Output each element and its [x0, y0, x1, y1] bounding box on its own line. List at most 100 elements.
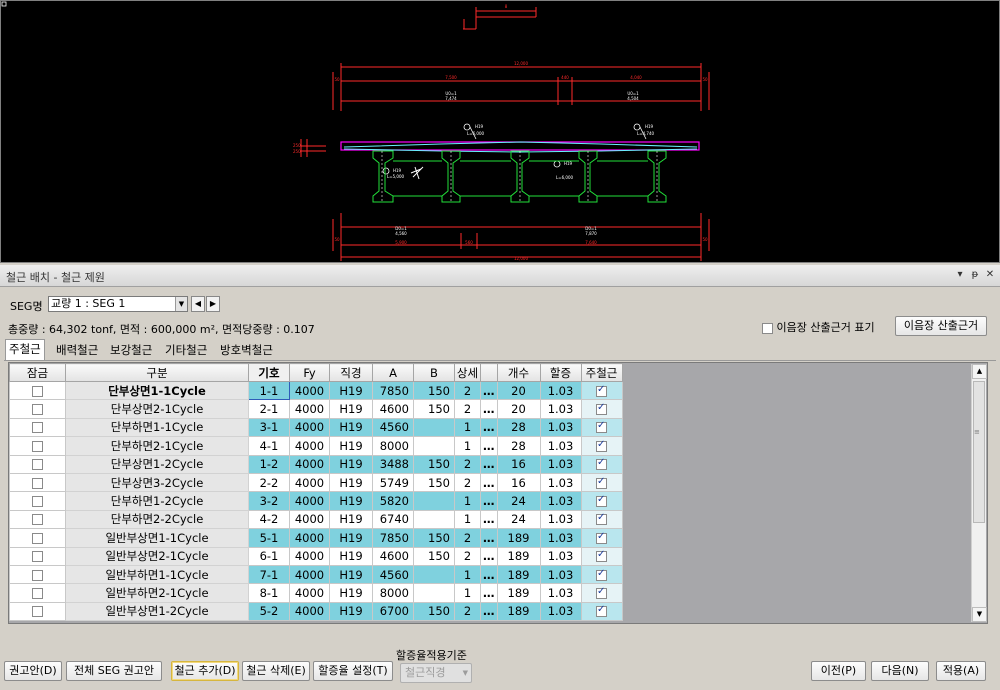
- count-cell[interactable]: 28: [496, 436, 541, 456]
- detail-cell[interactable]: 1: [454, 491, 481, 511]
- main-rebar-cell[interactable]: [580, 436, 623, 456]
- category-cell[interactable]: 일반부상면1-1Cycle: [65, 528, 249, 548]
- next-seg-button[interactable]: ▶: [206, 296, 220, 312]
- lock-cell[interactable]: [9, 491, 66, 511]
- add-rebar-button[interactable]: 철근 추가(D): [171, 661, 239, 681]
- detail-cell[interactable]: 2: [454, 546, 481, 566]
- scroll-down-icon[interactable]: ▼: [972, 607, 987, 622]
- fy-cell[interactable]: 4000: [289, 436, 330, 456]
- scroll-thumb[interactable]: [973, 381, 985, 523]
- count-cell[interactable]: 189: [496, 546, 541, 566]
- pin-icon[interactable]: ᵽ: [968, 268, 982, 282]
- table-row[interactable]: 단부하면1-2Cycle 3-2 4000 H19 5820 1… 24 1.03: [9, 491, 623, 511]
- chevron-down-icon[interactable]: ▼: [175, 297, 187, 311]
- main-rebar-cell[interactable]: [580, 454, 623, 474]
- main-rebar-checkbox[interactable]: [596, 402, 607, 416]
- lock-checkbox[interactable]: [32, 385, 43, 397]
- code-cell[interactable]: 5-2: [248, 601, 290, 622]
- category-cell[interactable]: 단부하면1-1Cycle: [65, 417, 249, 438]
- b-cell[interactable]: [413, 583, 455, 603]
- category-cell[interactable]: 단부상면1-1Cycle: [65, 380, 249, 401]
- table-row[interactable]: 일반부하면2-1Cycle 8-1 4000 H19 8000 1… 189 1.03: [9, 583, 623, 603]
- lock-cell[interactable]: [9, 417, 66, 438]
- diameter-cell[interactable]: H19: [329, 528, 373, 548]
- detail-cell[interactable]: 1: [454, 564, 481, 585]
- table-row[interactable]: 단부상면2-1Cycle 2-1 4000 H19 4600 150 2… 20 1.03: [9, 399, 623, 419]
- dropdown-arrow-icon[interactable]: ▾: [953, 268, 967, 282]
- lock-checkbox[interactable]: [32, 514, 43, 526]
- premium-cell[interactable]: 1.03: [539, 472, 582, 493]
- tab-distribution-rebar[interactable]: 배력철근: [53, 341, 101, 360]
- diameter-cell[interactable]: H19: [329, 380, 373, 401]
- main-rebar-checkbox[interactable]: [596, 549, 607, 563]
- main-rebar-checkbox[interactable]: [596, 604, 607, 618]
- b-cell[interactable]: 150: [413, 454, 455, 474]
- a-cell[interactable]: 6740: [372, 509, 414, 530]
- delete-rebar-button[interactable]: 철근 삭제(E): [242, 661, 310, 681]
- tab-other-rebar[interactable]: 기타철근: [162, 341, 210, 360]
- lock-checkbox[interactable]: [32, 606, 43, 618]
- code-cell[interactable]: 6-1: [248, 546, 290, 566]
- code-cell[interactable]: 2-2: [248, 472, 290, 493]
- lock-checkbox[interactable]: [32, 532, 43, 544]
- code-cell[interactable]: 5-1: [248, 528, 290, 548]
- main-rebar-cell[interactable]: [580, 509, 623, 530]
- a-cell[interactable]: 5749: [372, 472, 414, 493]
- code-cell[interactable]: 1-2: [248, 454, 290, 474]
- detail-button[interactable]: …: [480, 601, 498, 622]
- table-row[interactable]: 일반부상면1-2Cycle 5-2 4000 H19 6700 150 2… 189 1.03: [9, 601, 623, 622]
- detail-button[interactable]: …: [480, 380, 498, 401]
- main-rebar-checkbox[interactable]: [596, 568, 607, 581]
- prev-button[interactable]: 이전(P): [811, 661, 866, 681]
- table-row[interactable]: 일반부상면1-1Cycle 5-1 4000 H19 7850 150 2… 189 1.03: [9, 528, 623, 548]
- count-cell[interactable]: 24: [496, 491, 541, 511]
- diameter-cell[interactable]: H19: [329, 546, 373, 566]
- fy-cell[interactable]: 4000: [289, 528, 330, 548]
- header-fy[interactable]: Fy: [289, 363, 330, 382]
- category-cell[interactable]: 일반부하면1-1Cycle: [65, 564, 249, 585]
- detail-button[interactable]: …: [480, 583, 498, 603]
- b-cell[interactable]: 150: [413, 601, 455, 622]
- category-cell[interactable]: 단부하면2-2Cycle: [65, 509, 249, 530]
- diameter-cell[interactable]: H19: [329, 601, 373, 622]
- premium-cell[interactable]: 1.03: [539, 601, 582, 622]
- cad-drawing-view[interactable]: 8 12,000 7,500 440 4,040 U0=1 7,474 U0=1…: [0, 0, 1000, 263]
- premium-cell[interactable]: 1.03: [539, 436, 582, 456]
- main-rebar-checkbox[interactable]: [596, 384, 607, 397]
- lock-checkbox[interactable]: [32, 440, 43, 452]
- table-row[interactable]: 단부상면1-1Cycle 1-1 4000 H19 7850 150 2… 20 1.03: [9, 380, 623, 401]
- fy-cell[interactable]: 4000: [289, 380, 330, 401]
- seg-select[interactable]: 교량 1 : SEG 1 ▼: [48, 296, 188, 312]
- b-cell[interactable]: 150: [413, 472, 455, 493]
- detail-button[interactable]: …: [480, 436, 498, 456]
- premium-cell[interactable]: 1.03: [539, 399, 582, 419]
- diameter-cell[interactable]: H19: [329, 472, 373, 493]
- premium-cell[interactable]: 1.03: [539, 509, 582, 530]
- recommend-button[interactable]: 권고안(D): [4, 661, 62, 681]
- table-row[interactable]: 일반부상면2-1Cycle 6-1 4000 H19 4600 150 2… 189 1.03: [9, 546, 623, 566]
- detail-cell[interactable]: 1: [454, 417, 481, 438]
- main-rebar-cell[interactable]: [580, 546, 623, 566]
- main-rebar-checkbox[interactable]: [596, 457, 607, 471]
- next-button[interactable]: 다음(N): [871, 661, 929, 681]
- main-rebar-checkbox[interactable]: [596, 494, 607, 508]
- lock-checkbox[interactable]: [32, 551, 43, 563]
- premium-settings-button[interactable]: 할증율 설정(T): [313, 661, 393, 681]
- lap-checkbox[interactable]: [762, 322, 773, 334]
- detail-cell[interactable]: 2: [454, 528, 481, 548]
- detail-cell[interactable]: 2: [454, 380, 481, 401]
- category-cell[interactable]: 일반부하면2-1Cycle: [65, 583, 249, 603]
- header-diameter[interactable]: 직경: [329, 363, 373, 382]
- code-cell[interactable]: 4-1: [248, 436, 290, 456]
- table-row[interactable]: 단부상면3-2Cycle 2-2 4000 H19 5749 150 2… 16 1.03: [9, 472, 623, 493]
- premium-cell[interactable]: 1.03: [539, 564, 582, 585]
- a-cell[interactable]: 4600: [372, 546, 414, 566]
- detail-button[interactable]: …: [480, 546, 498, 566]
- main-rebar-cell[interactable]: [580, 380, 623, 401]
- b-cell[interactable]: 150: [413, 380, 455, 401]
- detail-button[interactable]: …: [480, 454, 498, 474]
- main-rebar-checkbox[interactable]: [596, 531, 607, 544]
- detail-button[interactable]: …: [480, 509, 498, 530]
- count-cell[interactable]: 189: [496, 583, 541, 603]
- detail-cell[interactable]: 1: [454, 509, 481, 530]
